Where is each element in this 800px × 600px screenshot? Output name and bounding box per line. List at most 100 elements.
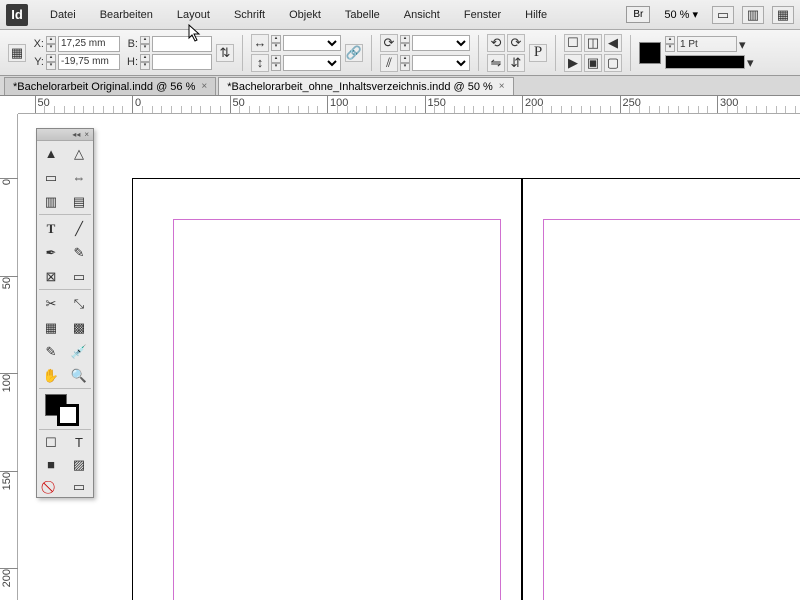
menu-type[interactable]: Schrift [224,5,275,25]
rotate-icon[interactable]: ⟳ [380,34,398,52]
document-tab-strip: *Bachelorarbeit Original.indd @ 56 % × *… [0,76,800,96]
arrange-icon[interactable]: ▥ [742,6,764,24]
stroke-style-drop[interactable] [665,55,745,69]
document-tab[interactable]: *Bachelorarbeit Original.indd @ 56 % × [4,77,216,95]
eyedropper-tool[interactable]: 💉 [65,339,93,363]
h-label: H: [124,56,138,68]
pen-tool[interactable]: ✒ [37,240,65,264]
selection-tool[interactable]: ▲ [37,141,65,165]
rotate-spinner[interactable]: ▴▾ [400,35,410,51]
scale-y-drop[interactable] [283,55,341,71]
menu-help[interactable]: Hilfe [515,5,557,25]
scale-x-spinner[interactable]: ▴▾ [271,35,281,51]
page-left[interactable] [132,178,522,600]
canvas-area[interactable] [18,114,800,600]
rectangle-tool[interactable]: ▭ [65,264,93,288]
p-icon[interactable]: P [529,44,547,62]
scale-y-spinner[interactable]: ▴▾ [271,55,281,71]
zoom-tool[interactable]: 🔍 [65,363,93,387]
collapse-icon[interactable]: ◂◂ [72,130,80,139]
y-spinner[interactable]: ▴▾ [46,54,56,70]
rotate-drop[interactable] [412,35,470,51]
flip-v-icon[interactable]: ⇵ [507,54,525,72]
menu-view[interactable]: Ansicht [394,5,450,25]
stroke-style-drop-icon[interactable]: ▾ [747,56,754,69]
line-tool[interactable]: ╱ [65,216,93,240]
close-tab-icon[interactable]: × [499,81,505,92]
flip-h-icon[interactable]: ⇋ [487,54,505,72]
menu-layout[interactable]: Layout [167,5,220,25]
menu-window[interactable]: Fenster [454,5,511,25]
apply-gradient-icon[interactable]: ▨ [65,453,93,475]
stroke-weight-field[interactable]: 1 Pt [677,36,737,52]
stroke-color-swatch[interactable] [57,404,79,426]
horizontal-ruler[interactable]: 50050100150200250300 [18,96,800,114]
menu-bar: Id Datei Bearbeiten Layout Schrift Objek… [0,0,800,30]
menu-object[interactable]: Objekt [279,5,331,25]
content-collector-tool[interactable]: ▥ [37,189,65,213]
scissors-tool[interactable]: ✂ [37,291,65,315]
menu-table[interactable]: Tabelle [335,5,390,25]
reference-point-icon[interactable]: ▦ [8,44,26,62]
shear-icon[interactable]: ⫽ [380,54,398,72]
close-tab-icon[interactable]: × [201,81,207,92]
fill-stroke-swatches[interactable] [37,390,93,428]
gradient-swatch-tool[interactable]: ▦ [37,315,65,339]
bridge-button[interactable]: Br [626,6,650,23]
content-placer-tool[interactable]: ▤ [65,189,93,213]
scale-y-icon[interactable]: ↕ [251,54,269,72]
select-container-icon[interactable]: ☐ [564,34,582,52]
gradient-feather-tool[interactable]: ▩ [65,315,93,339]
direct-selection-tool[interactable]: △ [65,141,93,165]
type-tool[interactable]: T [37,216,65,240]
screen-mode-icon[interactable]: ▭ [712,6,734,24]
x-spinner[interactable]: ▴▾ [46,36,56,52]
h-field[interactable] [152,54,212,70]
w-field[interactable] [152,36,212,52]
scale-x-icon[interactable]: ↔ [251,34,269,52]
fit-content-icon[interactable]: ▣ [584,54,602,72]
format-container-icon[interactable]: ☐ [37,431,65,453]
center-content-icon[interactable]: ▢ [604,54,622,72]
vertical-ruler[interactable]: 050100150200 [0,114,18,600]
gap-tool[interactable]: ⇔ [65,165,93,189]
control-bar: ▦ X: ▴▾ 17,25 mm Y: ▴▾ -19,75 mm B: ▴▾ H… [0,30,800,76]
y-field[interactable]: -19,75 mm [58,54,120,70]
page-right[interactable] [522,178,800,600]
format-text-icon[interactable]: T [65,431,93,453]
document-tab[interactable]: *Bachelorarbeit_ohne_Inhaltsverzeichnis.… [218,77,513,95]
rectangle-frame-tool[interactable]: ⊠ [37,264,65,288]
x-field[interactable]: 17,25 mm [58,36,120,52]
rotate-ccw-icon[interactable]: ⟲ [487,34,505,52]
constrain-scale-icon[interactable]: 🔗 [345,44,363,62]
apply-none-icon[interactable]: ⃠ [37,475,65,497]
workspace-icon[interactable]: ▦ [772,6,794,24]
shear-spinner[interactable]: ▴▾ [400,55,410,71]
menu-file[interactable]: Datei [40,5,86,25]
scale-x-drop[interactable] [283,35,341,51]
select-next-icon[interactable]: ▶ [564,54,582,72]
constrain-icon[interactable]: ⇅ [216,44,234,62]
rotate-cw-icon[interactable]: ⟳ [507,34,525,52]
stroke-drop-icon[interactable]: ▾ [739,38,746,51]
workspace: 050100150200 ◂◂ × ▲ △ ▭ ⇔ ▥ ▤ T ╱ ✒ ✎ ⊠ ▭… [0,114,800,600]
w-spinner[interactable]: ▴▾ [140,36,150,52]
tool-panel-header[interactable]: ◂◂ × [37,129,93,141]
pencil-tool[interactable]: ✎ [65,240,93,264]
select-content-icon[interactable]: ◫ [584,34,602,52]
close-icon[interactable]: × [84,130,89,139]
h-spinner[interactable]: ▴▾ [140,54,150,70]
note-tool[interactable]: ✎ [37,339,65,363]
hand-tool[interactable]: ✋ [37,363,65,387]
page-tool[interactable]: ▭ [37,165,65,189]
stroke-spinner[interactable]: ▴▾ [665,36,675,52]
select-prev-icon[interactable]: ◀ [604,34,622,52]
menu-edit[interactable]: Bearbeiten [90,5,163,25]
zoom-level-dropdown[interactable]: 50 % ▾ [658,6,704,23]
shear-drop[interactable] [412,55,470,71]
tool-panel: ◂◂× ▲ △ ▭ ⇔ ▥ ▤ T ╱ ✒ ✎ ⊠ ▭ ✂ ⤡ ▦ ▩ ✎ 💉 … [36,128,94,498]
apply-color-icon[interactable]: ■ [37,453,65,475]
view-mode-icon[interactable]: ▭ [65,475,93,497]
free-transform-tool[interactable]: ⤡ [65,291,93,315]
fill-swatch[interactable] [639,42,661,64]
